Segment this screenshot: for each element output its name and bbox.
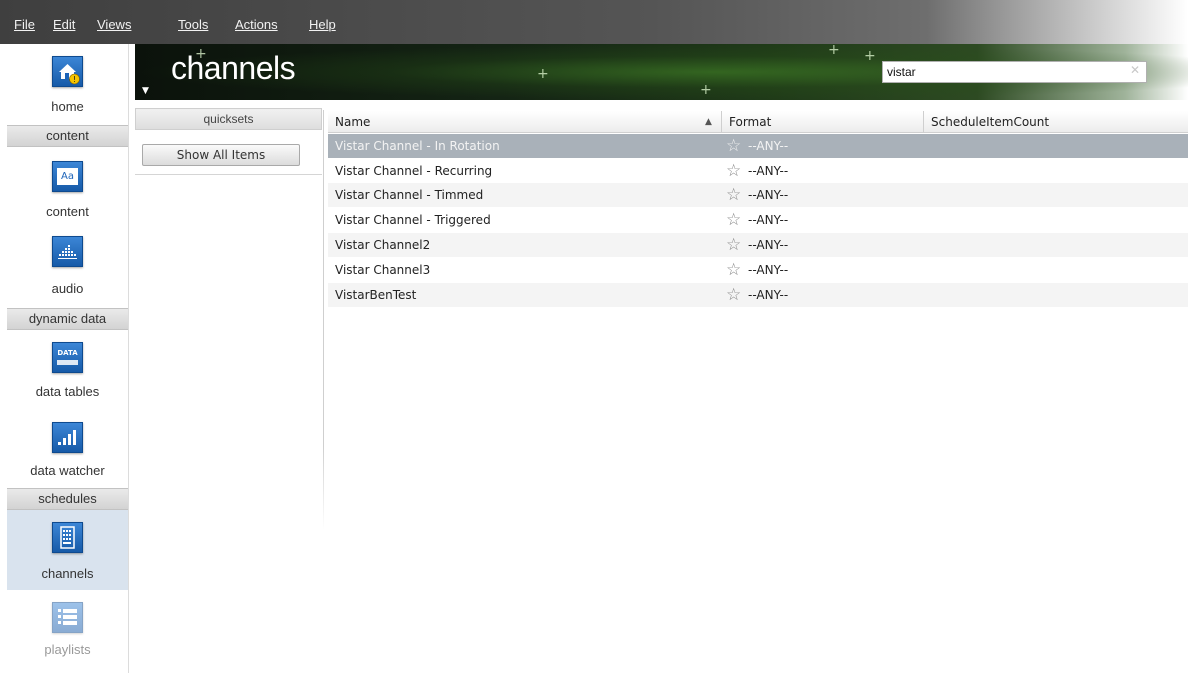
data-tables-icon: DATA <box>52 342 83 373</box>
data-tables-icon-glyph: DATA <box>57 349 78 357</box>
audio-icon <box>52 236 83 267</box>
clear-search-icon[interactable]: ✕ <box>1130 63 1140 77</box>
nav-audio[interactable]: audio <box>7 226 128 304</box>
search-input[interactable] <box>882 61 1147 83</box>
row-name: Vistar Channel - In Rotation <box>335 139 500 153</box>
page-title: channels <box>171 50 296 86</box>
star-icon[interactable]: ☆ <box>726 183 741 207</box>
star-icon[interactable]: ☆ <box>726 233 741 257</box>
table-row[interactable]: Vistar Channel2 ☆ --ANY-- <box>328 233 1188 257</box>
menu-file[interactable]: File <box>14 17 35 32</box>
table-row[interactable]: Vistar Channel - Triggered ☆ --ANY-- <box>328 208 1188 232</box>
divider <box>135 174 322 175</box>
menu-edit[interactable]: Edit <box>53 17 75 32</box>
playlist-icon <box>52 602 83 633</box>
svg-text:!: ! <box>73 75 76 84</box>
nav-playlists-label: playlists <box>44 642 91 657</box>
nav-playlists[interactable]: playlists <box>7 590 128 660</box>
page-banner: + + + + + ▼ channels ✕ <box>135 44 1188 100</box>
nav-home[interactable]: ! home <box>7 44 128 123</box>
table-row[interactable]: Vistar Channel - Recurring ☆ --ANY-- <box>328 159 1188 183</box>
row-format: --ANY-- <box>748 188 789 202</box>
menu-bar: File Edit Views Tools Actions Help <box>0 0 1188 44</box>
nav-data-watcher[interactable]: data watcher <box>7 410 128 488</box>
panel-splitter[interactable] <box>323 110 324 530</box>
nav-content[interactable]: Aa content <box>7 147 128 221</box>
nav-channels-label: channels <box>41 566 94 581</box>
row-name: Vistar Channel2 <box>335 238 431 252</box>
table-row[interactable]: Vistar Channel - Timmed ☆ --ANY-- <box>328 183 1188 207</box>
content-icon: Aa <box>52 161 83 192</box>
home-icon: ! <box>52 56 83 87</box>
nav-content-label: content <box>46 204 89 219</box>
show-all-items-button[interactable]: Show All Items <box>142 144 300 166</box>
row-format: --ANY-- <box>748 139 789 153</box>
row-format: --ANY-- <box>748 238 789 252</box>
table-row[interactable]: Vistar Channel - In Rotation ☆ --ANY-- <box>328 134 1188 158</box>
quicksets-header: quicksets <box>135 108 322 130</box>
row-name: Vistar Channel - Triggered <box>335 213 491 227</box>
menu-tools[interactable]: Tools <box>178 17 208 32</box>
star-icon[interactable]: ☆ <box>726 159 741 183</box>
nav-channels[interactable]: channels <box>7 510 128 590</box>
row-format: --ANY-- <box>748 213 789 227</box>
row-format: --ANY-- <box>748 164 789 178</box>
nav-data-watcher-label: data watcher <box>30 463 105 478</box>
sparkle-decoration: + <box>537 66 549 82</box>
table-row[interactable]: VistarBenTest ☆ --ANY-- <box>328 283 1188 307</box>
nav-section-dynamic-data: dynamic data <box>7 308 128 330</box>
sparkle-decoration: + <box>700 82 712 98</box>
table-row[interactable]: Vistar Channel3 ☆ --ANY-- <box>328 258 1188 282</box>
nav-section-content: content <box>7 125 128 147</box>
menu-help[interactable]: Help <box>309 17 336 32</box>
row-name: Vistar Channel - Timmed <box>335 188 484 202</box>
menu-actions[interactable]: Actions <box>235 17 278 32</box>
sort-ascending-icon: ▲ <box>705 117 712 127</box>
channels-grid: Name ▲ Format ScheduleItemCount Vistar C… <box>328 111 1188 531</box>
nav-section-schedules: schedules <box>7 488 128 510</box>
content-icon-glyph: Aa <box>57 168 78 185</box>
bar-chart-icon <box>52 422 83 453</box>
nav-audio-label: audio <box>51 281 84 296</box>
nav-data-tables-label: data tables <box>35 384 100 399</box>
row-format: --ANY-- <box>748 288 789 302</box>
star-icon[interactable]: ☆ <box>726 283 741 307</box>
row-name: Vistar Channel - Recurring <box>335 164 493 178</box>
quicksets-panel: quicksets Show All Items <box>135 108 322 528</box>
menu-views[interactable]: Views <box>97 17 131 32</box>
left-navigation: ! home content Aa content audio dynamic … <box>7 44 129 673</box>
sparkle-decoration: + <box>828 44 840 58</box>
nav-data-tables[interactable]: DATA data tables <box>7 330 128 410</box>
star-icon[interactable]: ☆ <box>726 258 741 282</box>
column-header-name-label: Name <box>335 115 371 129</box>
channels-icon <box>52 522 83 553</box>
column-header-name[interactable]: Name ▲ <box>328 111 721 133</box>
sparkle-decoration: + <box>864 48 876 64</box>
row-name: VistarBenTest <box>335 288 417 302</box>
row-format: --ANY-- <box>748 263 789 277</box>
star-icon[interactable]: ☆ <box>726 208 741 232</box>
star-icon[interactable]: ☆ <box>726 134 741 158</box>
row-name: Vistar Channel3 <box>335 263 431 277</box>
column-header-schedule-item-count[interactable]: ScheduleItemCount <box>924 111 1188 133</box>
column-header-format[interactable]: Format <box>722 111 923 133</box>
nav-home-label: home <box>51 99 84 114</box>
title-dropdown-icon[interactable]: ▼ <box>142 86 149 96</box>
